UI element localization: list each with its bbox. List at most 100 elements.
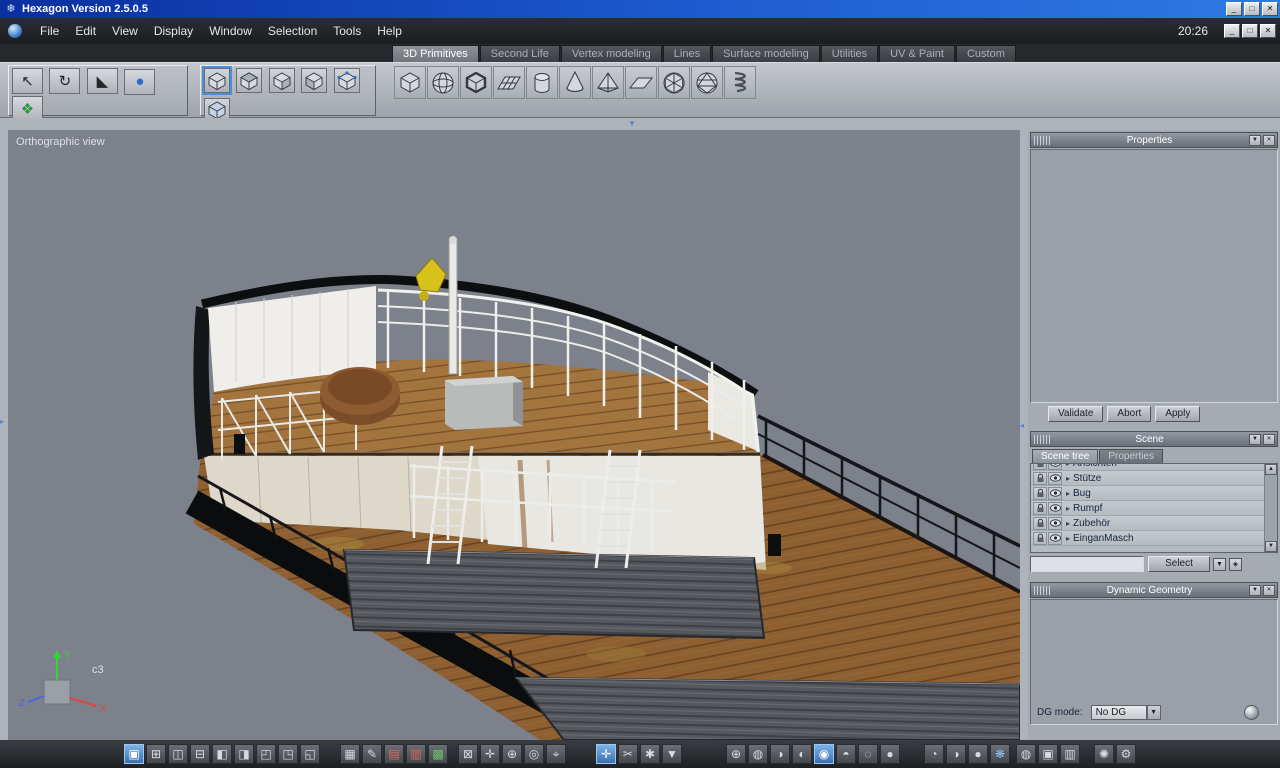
splitter-collapse-top-icon[interactable]: ▼ [628,120,636,128]
horizontal-splitter[interactable]: ▼ [0,118,1280,130]
grid-snap-x-icon[interactable]: ▤ [384,744,404,764]
restore-icon[interactable]: □ [1244,2,1260,16]
sphere-manipulator-icon[interactable]: ● [124,68,156,95]
scene-close-icon[interactable]: ✕ [1263,433,1275,445]
select-face-icon[interactable] [268,68,295,93]
display-wireframe-icon[interactable]: ⊕ [726,744,746,764]
dg-mode-arrow-icon[interactable]: ▼ [1146,705,1161,720]
scene-tree-item[interactable]: ▸ Ansichten [1031,464,1264,471]
scene-tree-item[interactable]: ▸ Rumpf [1031,501,1264,516]
tab-second-life[interactable]: Second Life [479,45,560,62]
display-ghost-icon[interactable]: ◌ [858,744,878,764]
lock-icon[interactable] [1033,501,1047,515]
display-flat-wire-icon[interactable]: ◐ [792,744,812,764]
layout-single-icon[interactable]: ▣ [124,744,144,764]
menu-display[interactable]: Display [146,21,201,41]
left-splitter[interactable]: ▸ [0,130,8,740]
layout-top-left-icon[interactable]: ◰ [256,744,276,764]
lock-icon[interactable] [1033,531,1047,545]
eye-icon[interactable] [1048,501,1062,515]
properties-panel-header[interactable]: Properties ▼ ✕ [1030,132,1278,148]
tab-surface-modeling[interactable]: Surface modeling [712,45,820,62]
subdivision-icon[interactable]: ❋ [990,744,1010,764]
drop-tool-icon[interactable]: ▼ [662,744,682,764]
close-icon[interactable]: ✕ [1262,2,1278,16]
apply-button[interactable]: Apply [1155,406,1201,422]
display-smooth-icon[interactable]: ◉ [814,744,834,764]
light-toggle-icon[interactable]: ✺ [1094,744,1114,764]
pan-view-icon[interactable]: ✛ [480,744,500,764]
3d-viewport[interactable]: Orthographic view Y X Z c3 [8,130,1020,740]
rotate-view-icon[interactable]: ⊕ [502,744,522,764]
panel-columns-icon[interactable]: ▥ [1060,744,1080,764]
menu-tools[interactable]: Tools [325,21,369,41]
tab-lines[interactable]: Lines [662,45,712,62]
eye-icon[interactable] [1048,486,1062,500]
tree-scrollbar[interactable]: ▲ ▼ [1264,464,1277,552]
render-settings-icon[interactable]: ⚙ [1116,744,1136,764]
layout-top-right-icon[interactable]: ◳ [278,744,298,764]
properties-close-icon[interactable]: ✕ [1263,134,1275,146]
display-flat-icon[interactable]: ◑ [770,744,790,764]
smoothing-medium-icon[interactable]: ◑ [946,744,966,764]
zoom-view-icon[interactable]: ◎ [524,744,544,764]
primitive-faceted-sphere-icon[interactable] [658,66,690,99]
material-preview-icon[interactable]: ◍ [1016,744,1036,764]
marquee-zoom-icon[interactable]: ⊠ [458,744,478,764]
scene-search-input[interactable] [1030,556,1144,572]
menu-window[interactable]: Window [201,21,260,41]
splitter-collapse-left-icon[interactable]: ▸ [0,418,4,426]
select-button[interactable]: Select [1148,556,1210,572]
scene-panel-header[interactable]: Scene ▼ ✕ [1030,431,1278,447]
scene-tree-item[interactable]: ▸ Bug [1031,486,1264,501]
lock-icon[interactable] [1033,464,1047,470]
dg-mode-dropdown[interactable]: No DG [1090,705,1147,720]
grid-snap-y-icon[interactable]: ▥ [406,744,426,764]
abort-button[interactable]: Abort [1107,406,1152,422]
right-splitter[interactable]: ◂ [1020,130,1028,740]
lock-icon[interactable] [1033,486,1047,500]
display-solid-icon[interactable]: ● [880,744,900,764]
panel-grip-icon[interactable] [1034,434,1050,444]
scene-tree-item[interactable]: ▸ EinganMasch [1031,531,1264,546]
primitive-geodesic-sphere-icon[interactable] [691,66,723,99]
layout-bottom-left-icon[interactable]: ◱ [300,744,320,764]
select-object-icon[interactable] [301,68,328,93]
select-filter-icon[interactable]: ◈ [1229,557,1242,571]
primitive-cone-icon[interactable] [559,66,591,99]
expand-icon[interactable]: ▸ [1063,464,1073,468]
scale-tool-icon[interactable]: ◣ [86,68,118,94]
eye-icon[interactable] [1048,516,1062,530]
paint-brush-icon[interactable]: ✎ [362,744,382,764]
panel-grip-icon[interactable] [1034,585,1050,595]
select-edge-icon[interactable] [236,68,263,93]
primitive-grid-plane-icon[interactable] [493,66,525,99]
layout-quad-icon[interactable]: ⊞ [146,744,166,764]
eye-icon[interactable] [1048,464,1062,470]
child-minimize-icon[interactable]: _ [1224,24,1240,38]
dg-panel-header[interactable]: Dynamic Geometry ▼ ✕ [1030,582,1278,598]
lock-icon[interactable] [1033,471,1047,485]
uv-grid-icon[interactable]: ▦ [340,744,360,764]
validate-button[interactable]: Validate [1048,406,1104,422]
smoothing-off-icon[interactable]: ◔ [924,744,944,764]
display-hidden-line-icon[interactable]: ◍ [748,744,768,764]
select-arrow-icon[interactable]: ↖ [12,68,43,94]
primitive-spring-icon[interactable] [724,66,756,99]
expand-icon[interactable]: ▸ [1063,474,1073,483]
tab-3d-primitives[interactable]: 3D Primitives [392,45,479,62]
panel-grip-icon[interactable] [1034,135,1050,145]
dg-collapse-icon[interactable]: ▼ [1249,584,1261,596]
layout-two-vertical-icon[interactable]: ◫ [168,744,188,764]
expand-icon[interactable]: ▸ [1063,489,1073,498]
expand-icon[interactable]: ▸ [1063,504,1073,513]
eye-icon[interactable] [1048,471,1062,485]
menu-file[interactable]: File [32,21,67,41]
splitter-collapse-right-icon[interactable]: ◂ [1020,422,1024,430]
scene-tree-item[interactable]: ▸ Stütze [1031,471,1264,486]
primitive-cube-icon[interactable] [394,66,426,99]
child-close-icon[interactable]: ✕ [1260,24,1276,38]
grid-full-icon[interactable]: ▩ [428,744,448,764]
primitive-pyramid-icon[interactable] [592,66,624,99]
scroll-up-icon[interactable]: ▲ [1265,464,1277,475]
